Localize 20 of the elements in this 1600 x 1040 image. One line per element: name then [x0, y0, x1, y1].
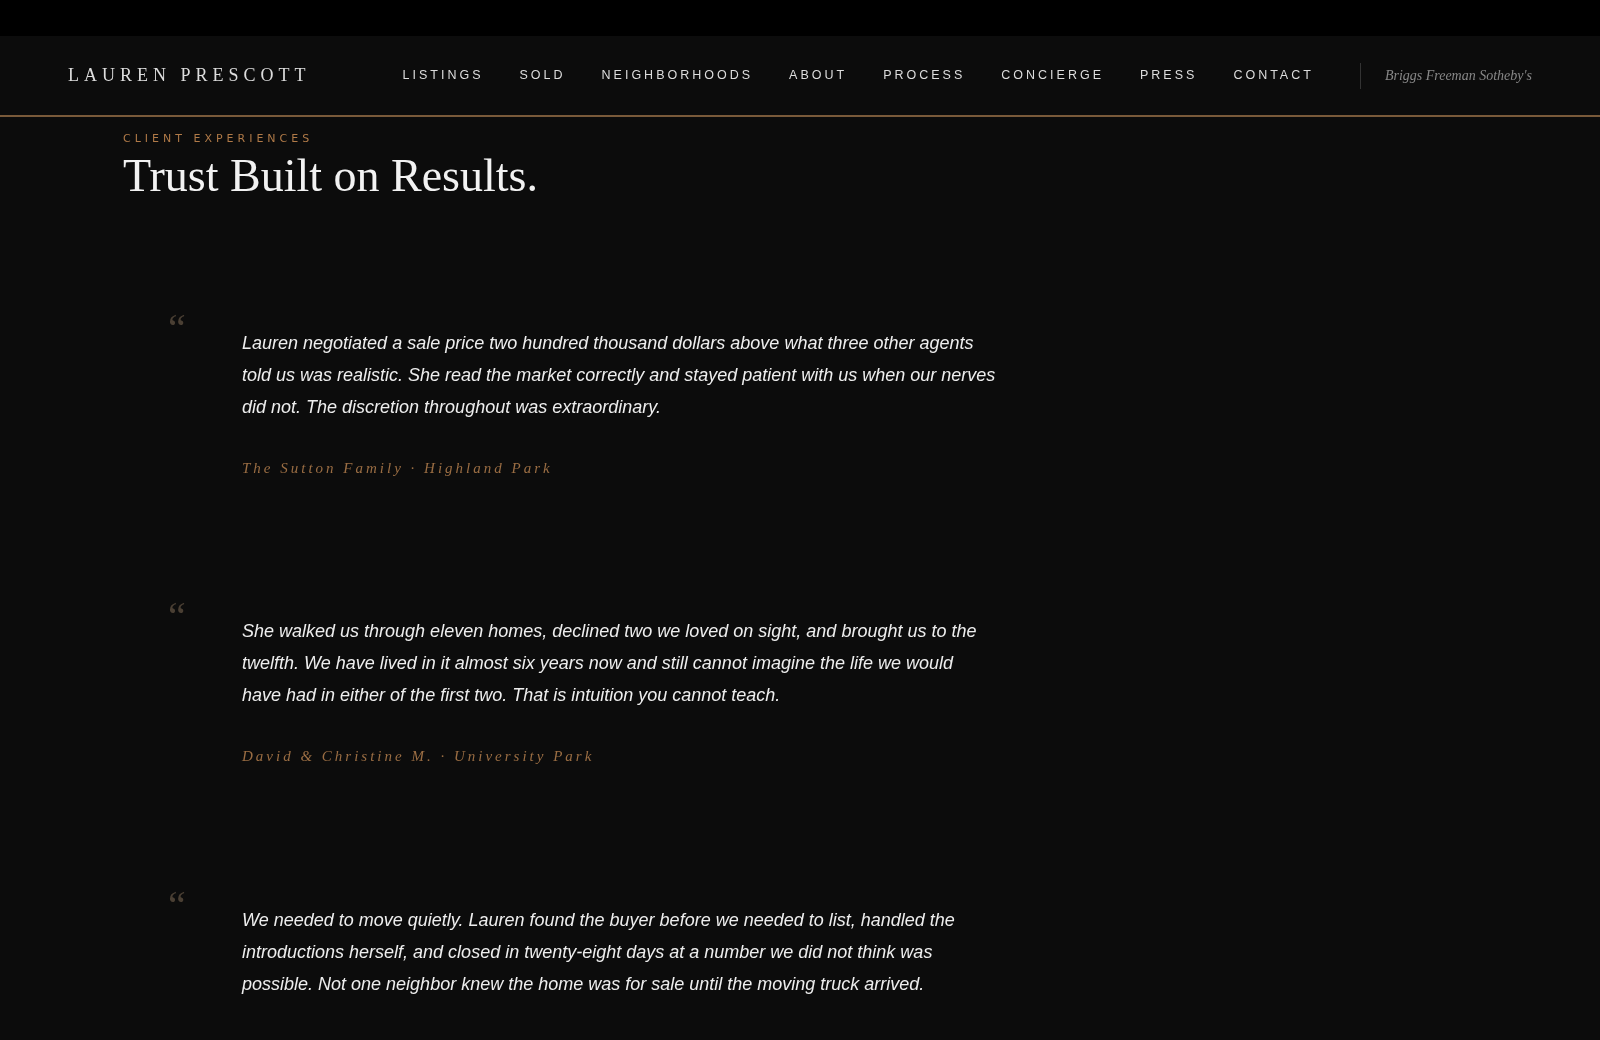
quote-mark: “: [168, 594, 186, 640]
nav-link[interactable]: LISTINGS: [402, 66, 484, 85]
nav-link[interactable]: NEIGHBORHOODS: [601, 66, 754, 85]
testimonial-attribution: The Sutton Family · Highland Park: [242, 458, 554, 478]
brand-logo[interactable]: LAUREN PRESCOTT: [68, 62, 311, 89]
nav-link[interactable]: PROCESS: [883, 66, 966, 85]
testimonial-quote: Lauren negotiated a sale price two hundred thousand dollars above what three other agents told us was realistic. She read the market correctly and stayed patient with us when our nerves did not. The discretion throughout was extraordinary.: [242, 331, 997, 419]
nav-link[interactable]: PRESS: [1140, 66, 1198, 85]
nav-link[interactable]: CONCIERGE: [1001, 66, 1104, 85]
section-heading: Trust Built on Results.: [123, 148, 539, 203]
quote-mark: “: [168, 882, 186, 928]
testimonial-quote: She walked us through eleven homes, declined two we loved on sight, and brought us to the twelfth. We have lived in it almost six years now and still cannot imagine the life we would have had in either of the first two. That is intuition you cannot teach.: [242, 620, 978, 708]
nav-link[interactable]: SOLD: [519, 66, 566, 85]
testimonial-quote: We needed to move quietly. Lauren found the buyer before we needed to list, handled the introductions herself, and closed in twenty-eight days at a number we did not think was possible. Not one neighbor knew the home was for sale until the moving truck arrived.: [242, 908, 956, 996]
testimonial-attribution: David & Christine M. · University Park: [242, 747, 596, 767]
section-eyebrow: CLIENT EXPERIENCES: [123, 131, 315, 147]
nav-link[interactable]: ABOUT: [789, 66, 848, 85]
brokerage-name: Briggs Freeman Sotheby's: [1384, 67, 1532, 85]
quote-mark: “: [168, 305, 186, 351]
nav-link[interactable]: CONTACT: [1233, 66, 1314, 85]
